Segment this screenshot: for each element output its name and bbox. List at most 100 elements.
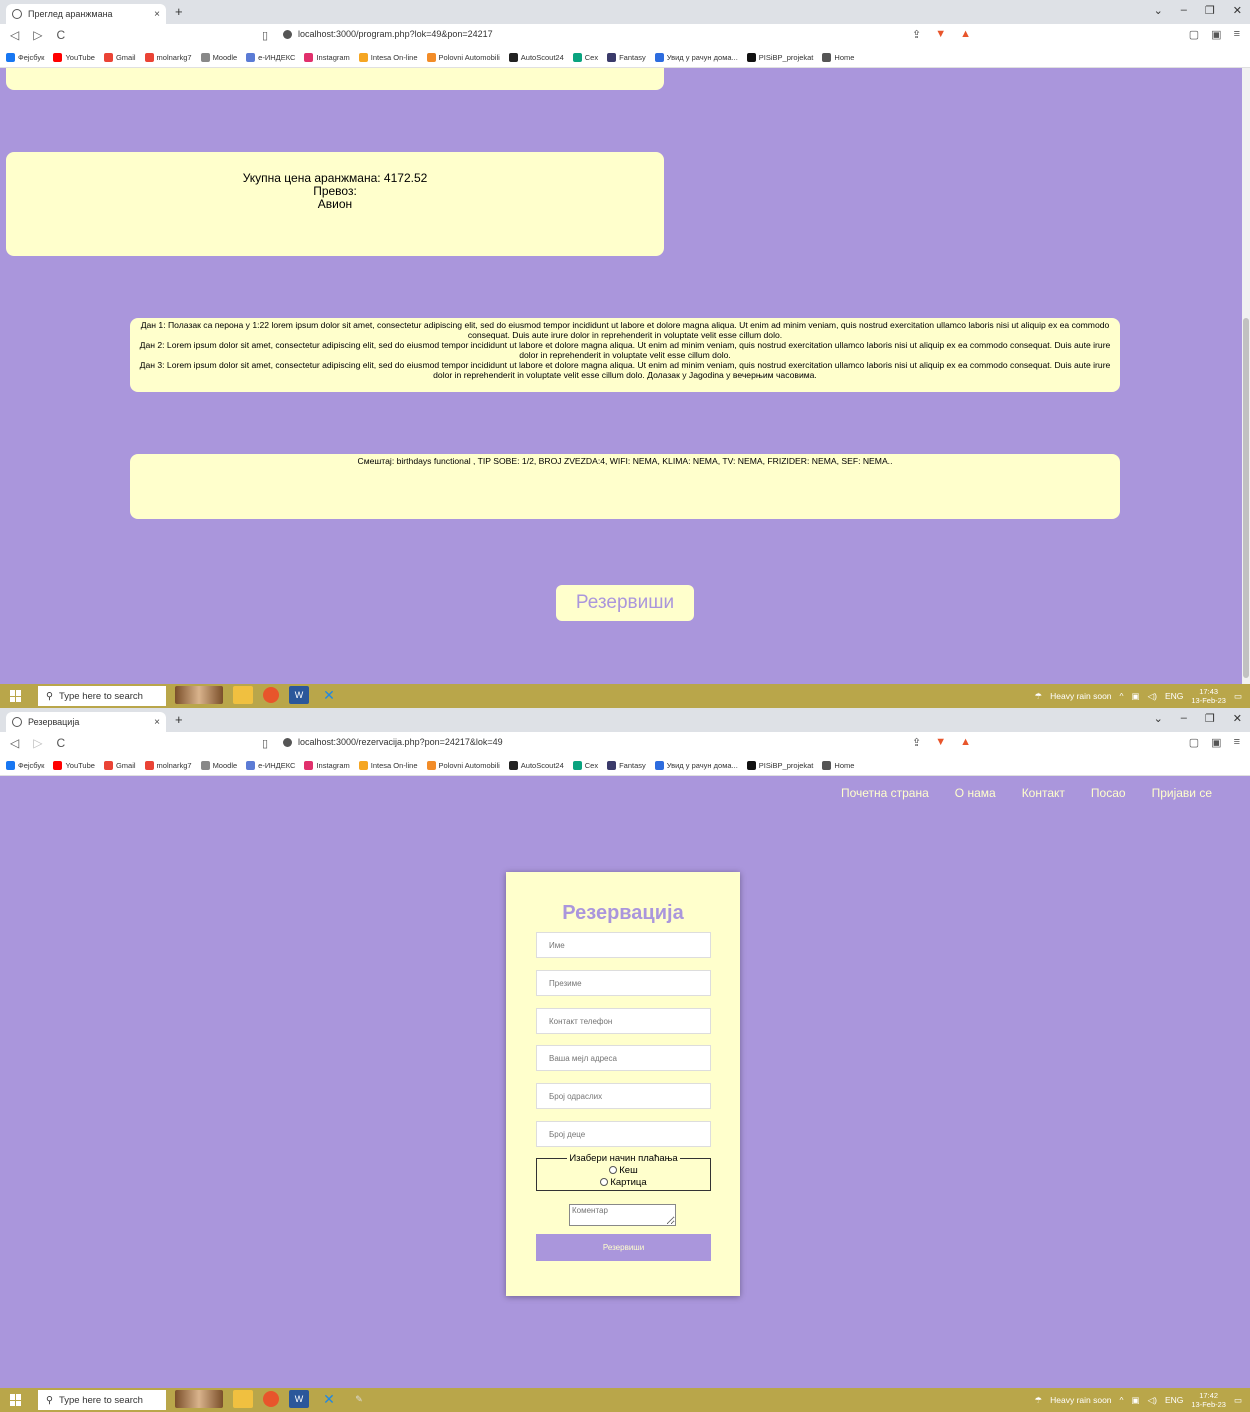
- phone-input[interactable]: [536, 1008, 711, 1034]
- word-icon[interactable]: W: [289, 686, 309, 704]
- bookmark-item[interactable]: Home: [822, 761, 854, 770]
- bookmark-item[interactable]: YouTube: [53, 53, 95, 62]
- forward-icon[interactable]: ▷: [33, 736, 42, 750]
- nav-about[interactable]: О нама: [955, 786, 996, 800]
- clock[interactable]: 17:43 13-Feb-23: [1191, 687, 1226, 705]
- nav-home[interactable]: Почетна страна: [841, 786, 929, 800]
- weather-icon[interactable]: ☂: [1034, 1395, 1042, 1406]
- network-icon[interactable]: ▣: [1132, 1395, 1140, 1406]
- clock[interactable]: 17:42 13-Feb-23: [1191, 1391, 1226, 1409]
- menu-icon[interactable]: ≡: [1234, 28, 1240, 41]
- news-widget-icon[interactable]: [175, 1390, 223, 1408]
- news-widget-icon[interactable]: [175, 686, 223, 704]
- word-icon[interactable]: W: [289, 1390, 309, 1408]
- tray-chevron-icon[interactable]: ^: [1120, 1395, 1124, 1405]
- tab-reservation[interactable]: Резервација ×: [6, 712, 166, 732]
- share-icon[interactable]: ⇪: [912, 736, 921, 749]
- bookmark-item[interactable]: Instagram: [304, 53, 350, 62]
- bookmark-item[interactable]: Cex: [572, 53, 598, 62]
- nav-login[interactable]: Пријави се: [1152, 786, 1212, 800]
- tab-program[interactable]: Преглед аранжмана ×: [6, 4, 166, 24]
- reload-icon[interactable]: C: [56, 736, 65, 750]
- language-indicator[interactable]: ENG: [1165, 691, 1183, 701]
- bookmark-item[interactable]: Moodle: [200, 761, 237, 770]
- back-icon[interactable]: ◁: [10, 28, 19, 42]
- menu-icon[interactable]: ≡: [1234, 736, 1240, 749]
- sidebar-icon[interactable]: ▢: [1189, 28, 1199, 41]
- reserve-button[interactable]: Резервиши: [556, 585, 694, 621]
- bookmark-item[interactable]: Gmail: [103, 53, 136, 62]
- back-icon[interactable]: ◁: [10, 736, 19, 750]
- close-tab-icon[interactable]: ×: [154, 9, 160, 20]
- rewards-icon[interactable]: ▲: [960, 28, 971, 41]
- bookmark-item[interactable]: Polovni Automobili: [426, 761, 500, 770]
- bookmark-item[interactable]: Увид у рачун дома...: [654, 53, 738, 62]
- taskbar-search[interactable]: ⚲ Type here to search: [38, 686, 166, 706]
- brave-browser-icon[interactable]: [263, 1391, 279, 1407]
- children-input[interactable]: [536, 1121, 711, 1147]
- restore-icon[interactable]: ❐: [1205, 4, 1215, 17]
- network-icon[interactable]: ▣: [1132, 691, 1140, 702]
- taskbar-search[interactable]: ⚲ Type here to search: [38, 1390, 166, 1410]
- nav-contact[interactable]: Контакт: [1022, 786, 1065, 800]
- reload-icon[interactable]: C: [56, 28, 65, 42]
- bookmark-item[interactable]: molnarkg7: [144, 53, 192, 62]
- brave-browser-icon[interactable]: [263, 687, 279, 703]
- bookmark-item[interactable]: PISiBP_projekat: [746, 761, 813, 770]
- tab-search-icon[interactable]: ⌄: [1154, 712, 1163, 725]
- payment-option-cash[interactable]: Кеш: [537, 1165, 710, 1177]
- payment-option-card[interactable]: Картица: [537, 1177, 710, 1189]
- bookmark-icon[interactable]: ▯: [262, 737, 268, 750]
- vscode-icon[interactable]: ✕: [319, 1390, 339, 1408]
- bookmark-item[interactable]: Gmail: [103, 761, 136, 770]
- bookmark-item[interactable]: AutoScout24: [508, 761, 564, 770]
- bookmark-item[interactable]: Фејсбук: [6, 761, 44, 770]
- bookmark-item[interactable]: YouTube: [53, 761, 95, 770]
- radio-button[interactable]: [609, 1166, 618, 1175]
- file-explorer-icon[interactable]: [233, 686, 253, 704]
- vscode-icon[interactable]: ✕: [319, 686, 339, 704]
- email-input[interactable]: [536, 1045, 711, 1071]
- info-icon[interactable]: [283, 29, 292, 39]
- bookmark-item[interactable]: Polovni Automobili: [426, 53, 500, 62]
- bookmark-item[interactable]: Intesa On-line: [358, 761, 418, 770]
- share-icon[interactable]: ⇪: [912, 28, 921, 41]
- last-name-input[interactable]: [536, 970, 711, 996]
- adults-input[interactable]: [536, 1083, 711, 1109]
- bookmark-item[interactable]: Moodle: [200, 53, 237, 62]
- bookmark-item[interactable]: Intesa On-line: [358, 53, 418, 62]
- restore-icon[interactable]: ❐: [1205, 712, 1215, 725]
- bookmark-item[interactable]: AutoScout24: [508, 53, 564, 62]
- bookmark-item[interactable]: Увид у рачун дома...: [654, 761, 738, 770]
- nav-jobs[interactable]: Посао: [1091, 786, 1126, 800]
- bookmark-item[interactable]: e-ИНДЕКС: [246, 761, 295, 770]
- tab-search-icon[interactable]: ⌄: [1154, 4, 1163, 17]
- url-field[interactable]: localhost:3000/program.php?lok=49&pon=24…: [283, 29, 493, 39]
- notifications-icon[interactable]: ▭: [1234, 1395, 1242, 1406]
- windows-start-icon[interactable]: [10, 690, 22, 702]
- close-tab-icon[interactable]: ×: [154, 717, 160, 728]
- bookmark-item[interactable]: e-ИНДЕКС: [246, 53, 295, 62]
- bookmark-item[interactable]: Fantasy: [607, 53, 646, 62]
- minimize-icon[interactable]: –: [1181, 712, 1187, 725]
- scrollbar[interactable]: [1242, 68, 1250, 684]
- submit-reservation-button[interactable]: Резервиши: [536, 1234, 711, 1261]
- bookmark-item[interactable]: molnarkg7: [144, 761, 192, 770]
- url-field[interactable]: localhost:3000/rezervacija.php?pon=24217…: [283, 737, 503, 747]
- info-icon[interactable]: [283, 737, 292, 747]
- new-tab-button[interactable]: +: [175, 4, 183, 19]
- weather-text[interactable]: Heavy rain soon: [1050, 691, 1111, 701]
- notifications-icon[interactable]: ▭: [1234, 691, 1242, 702]
- first-name-input[interactable]: [536, 932, 711, 958]
- forward-icon[interactable]: ▷: [33, 28, 42, 42]
- bookmark-item[interactable]: Фејсбук: [6, 53, 44, 62]
- brave-shield-icon[interactable]: ▼: [935, 28, 946, 41]
- bookmark-item[interactable]: Home: [822, 53, 854, 62]
- comment-textarea[interactable]: [569, 1204, 676, 1226]
- tray-chevron-icon[interactable]: ^: [1120, 691, 1124, 701]
- close-window-icon[interactable]: ✕: [1233, 4, 1242, 17]
- minimize-icon[interactable]: –: [1181, 4, 1187, 17]
- sidebar-icon[interactable]: ▢: [1189, 736, 1199, 749]
- bookmark-item[interactable]: PISiBP_projekat: [746, 53, 813, 62]
- bookmark-item[interactable]: Instagram: [304, 761, 350, 770]
